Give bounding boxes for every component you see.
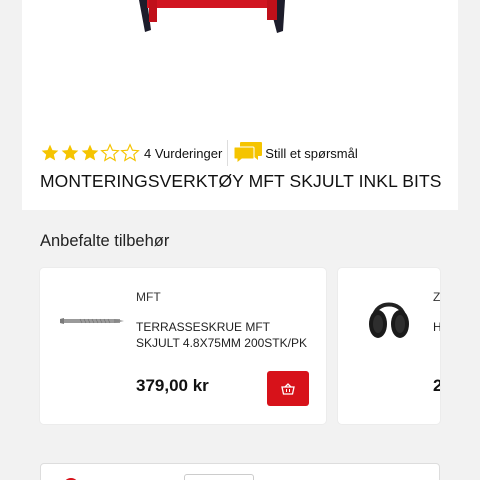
accessory-name[interactable]: H [433, 319, 440, 335]
accessory-price: 2 [433, 376, 440, 395]
accessory-name[interactable]: TERRASSESKRUE MFT SKJULT 4.8X75MM 200STK… [136, 319, 316, 351]
recommended-accessories-heading: Anbefalte tilbehør [40, 232, 170, 250]
accessory-brand: MFT [136, 290, 161, 304]
divider [227, 140, 229, 166]
star-empty-icon [120, 143, 140, 162]
add-to-cart-button[interactable] [267, 371, 309, 406]
reviews-link[interactable]: 4 Vurderinger [144, 146, 222, 161]
product-summary-card: 4 Vurderinger Still et spørsmål MONTERIN… [22, 0, 458, 210]
accessory-price: 379,00 kr [136, 376, 209, 395]
star-filled-icon [41, 144, 59, 161]
product-title: MONTERINGSVERKTØY MFT SKJULT INKL BITS [40, 171, 442, 191]
basket-icon [281, 382, 295, 395]
chat-bubble-icon[interactable] [233, 141, 263, 165]
star-filled-icon [61, 144, 79, 161]
star-empty-icon [100, 143, 120, 162]
product-image [139, 0, 285, 33]
bottom-panel [40, 463, 440, 480]
rating-stars[interactable] [40, 143, 140, 163]
bottom-input[interactable] [184, 474, 254, 480]
accessory-brand: Z [433, 290, 440, 304]
star-filled-icon [81, 144, 99, 161]
rating-row: 4 Vurderinger Still et spørsmål [40, 140, 358, 166]
ask-question-link[interactable]: Still et spørsmål [265, 146, 357, 161]
accessory-card[interactable]: Z H 2 [338, 268, 440, 424]
screw-image [60, 318, 124, 324]
accessory-card[interactable]: MFT TERRASSESKRUE MFT SKJULT 4.8X75MM 20… [40, 268, 326, 424]
earmuff-image [369, 302, 409, 338]
